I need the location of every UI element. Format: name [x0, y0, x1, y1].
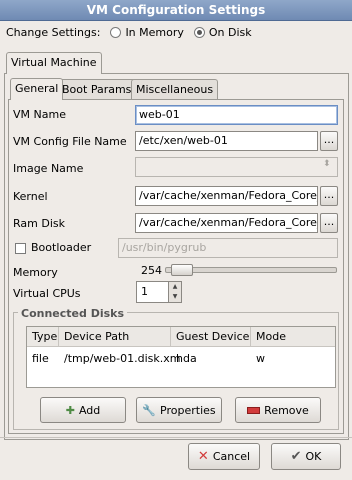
memory-label: Memory — [13, 266, 58, 279]
add-disk-button[interactable]: ✚ Add — [40, 397, 126, 423]
memory-value: 254 — [141, 264, 162, 277]
tab-virtual-machine[interactable]: Virtual Machine — [6, 52, 102, 74]
tab-virtual-machine-label: Virtual Machine — [11, 56, 97, 69]
ram-disk-input[interactable]: /var/cache/xenman/Fedora_Core_Ir — [135, 213, 318, 233]
wrench-icon: 🔧 — [142, 403, 157, 417]
virtual-cpus-label: Virtual CPUs — [13, 287, 81, 300]
kernel-label: Kernel — [13, 190, 48, 203]
minus-icon — [247, 406, 261, 414]
image-name-combo — [135, 157, 338, 177]
vm-name-label: VM Name — [13, 108, 66, 121]
in-memory-label[interactable]: In Memory — [125, 26, 183, 39]
column-header-mode[interactable]: Mode — [251, 327, 335, 347]
tab-general-label: General — [15, 82, 59, 95]
dialog-separator — [0, 437, 352, 438]
properties-button[interactable]: 🔧 Properties — [136, 397, 222, 423]
kernel-input[interactable]: /var/cache/xenman/Fedora_Core_Ir — [135, 186, 318, 206]
change-settings-row: Change Settings: In Memory On Disk — [6, 24, 252, 40]
config-file-input[interactable]: /etc/xen/web-01 — [135, 131, 318, 151]
cell-guest-device[interactable]: hda — [171, 350, 251, 368]
bootloader-input: /usr/bin/pygrub — [118, 238, 338, 258]
tab-boot-params-label: Boot Params — [62, 83, 132, 96]
ram-disk-browse-button[interactable]: ... — [320, 213, 338, 233]
spin-down-icon[interactable]: ▼ — [169, 292, 181, 302]
column-header-type[interactable]: Type — [27, 327, 59, 347]
bootloader-checkbox[interactable] — [15, 243, 26, 254]
window-title: VM Configuration Settings — [0, 0, 352, 21]
cancel-label: Cancel — [212, 450, 251, 463]
cell-type[interactable]: file — [27, 350, 59, 368]
virtual-cpus-value[interactable]: 1 — [141, 285, 148, 298]
image-name-label: Image Name — [13, 162, 84, 175]
config-file-browse-button[interactable]: ... — [320, 131, 338, 151]
add-disk-label: Add — [78, 403, 101, 417]
cell-mode[interactable]: w — [251, 350, 311, 368]
tab-boot-params[interactable]: Boot Params — [57, 79, 137, 100]
tab-miscellaneous[interactable]: Miscellaneous — [131, 79, 219, 100]
ok-button[interactable]: ✔ OK — [271, 443, 341, 470]
vm-name-input[interactable]: web-01 — [135, 105, 338, 125]
virtual-cpus-spinner[interactable]: 1 ▲ ▼ — [136, 281, 182, 303]
config-file-label: VM Config File Name — [13, 135, 127, 148]
memory-slider-thumb[interactable] — [171, 264, 193, 276]
spin-up-icon[interactable]: ▲ — [169, 282, 181, 292]
remove-disk-button[interactable]: Remove — [235, 397, 321, 423]
check-icon: ✔ — [290, 449, 302, 464]
in-memory-radio[interactable] — [110, 26, 122, 38]
tab-general[interactable]: General — [10, 78, 64, 100]
cell-device-path[interactable]: /tmp/web-01.disk.xm — [59, 350, 181, 368]
bootloader-label[interactable]: Bootloader — [31, 241, 91, 254]
x-icon: ✕ — [197, 449, 209, 464]
properties-label: Properties — [160, 403, 216, 417]
ok-label: OK — [305, 450, 322, 463]
disks-table[interactable]: Type Device Path Guest Device Mode file … — [26, 326, 336, 388]
remove-disk-label: Remove — [264, 403, 309, 417]
cancel-button[interactable]: ✕ Cancel — [188, 443, 260, 470]
kernel-browse-button[interactable]: ... — [320, 186, 338, 206]
plus-icon: ✚ — [65, 403, 75, 417]
virtual-cpus-spin-buttons[interactable]: ▲ ▼ — [168, 282, 181, 302]
on-disk-label[interactable]: On Disk — [209, 26, 252, 39]
connected-disks-title: Connected Disks — [18, 307, 128, 320]
change-settings-label: Change Settings: — [6, 25, 101, 39]
on-disk-radio[interactable] — [193, 26, 205, 38]
column-header-guest-device[interactable]: Guest Device — [171, 327, 251, 347]
ram-disk-label: Ram Disk — [13, 217, 65, 230]
image-name-dropdown-icon: ⬍ — [323, 159, 331, 169]
tab-miscellaneous-label: Miscellaneous — [136, 83, 214, 96]
column-header-device-path[interactable]: Device Path — [59, 327, 171, 347]
